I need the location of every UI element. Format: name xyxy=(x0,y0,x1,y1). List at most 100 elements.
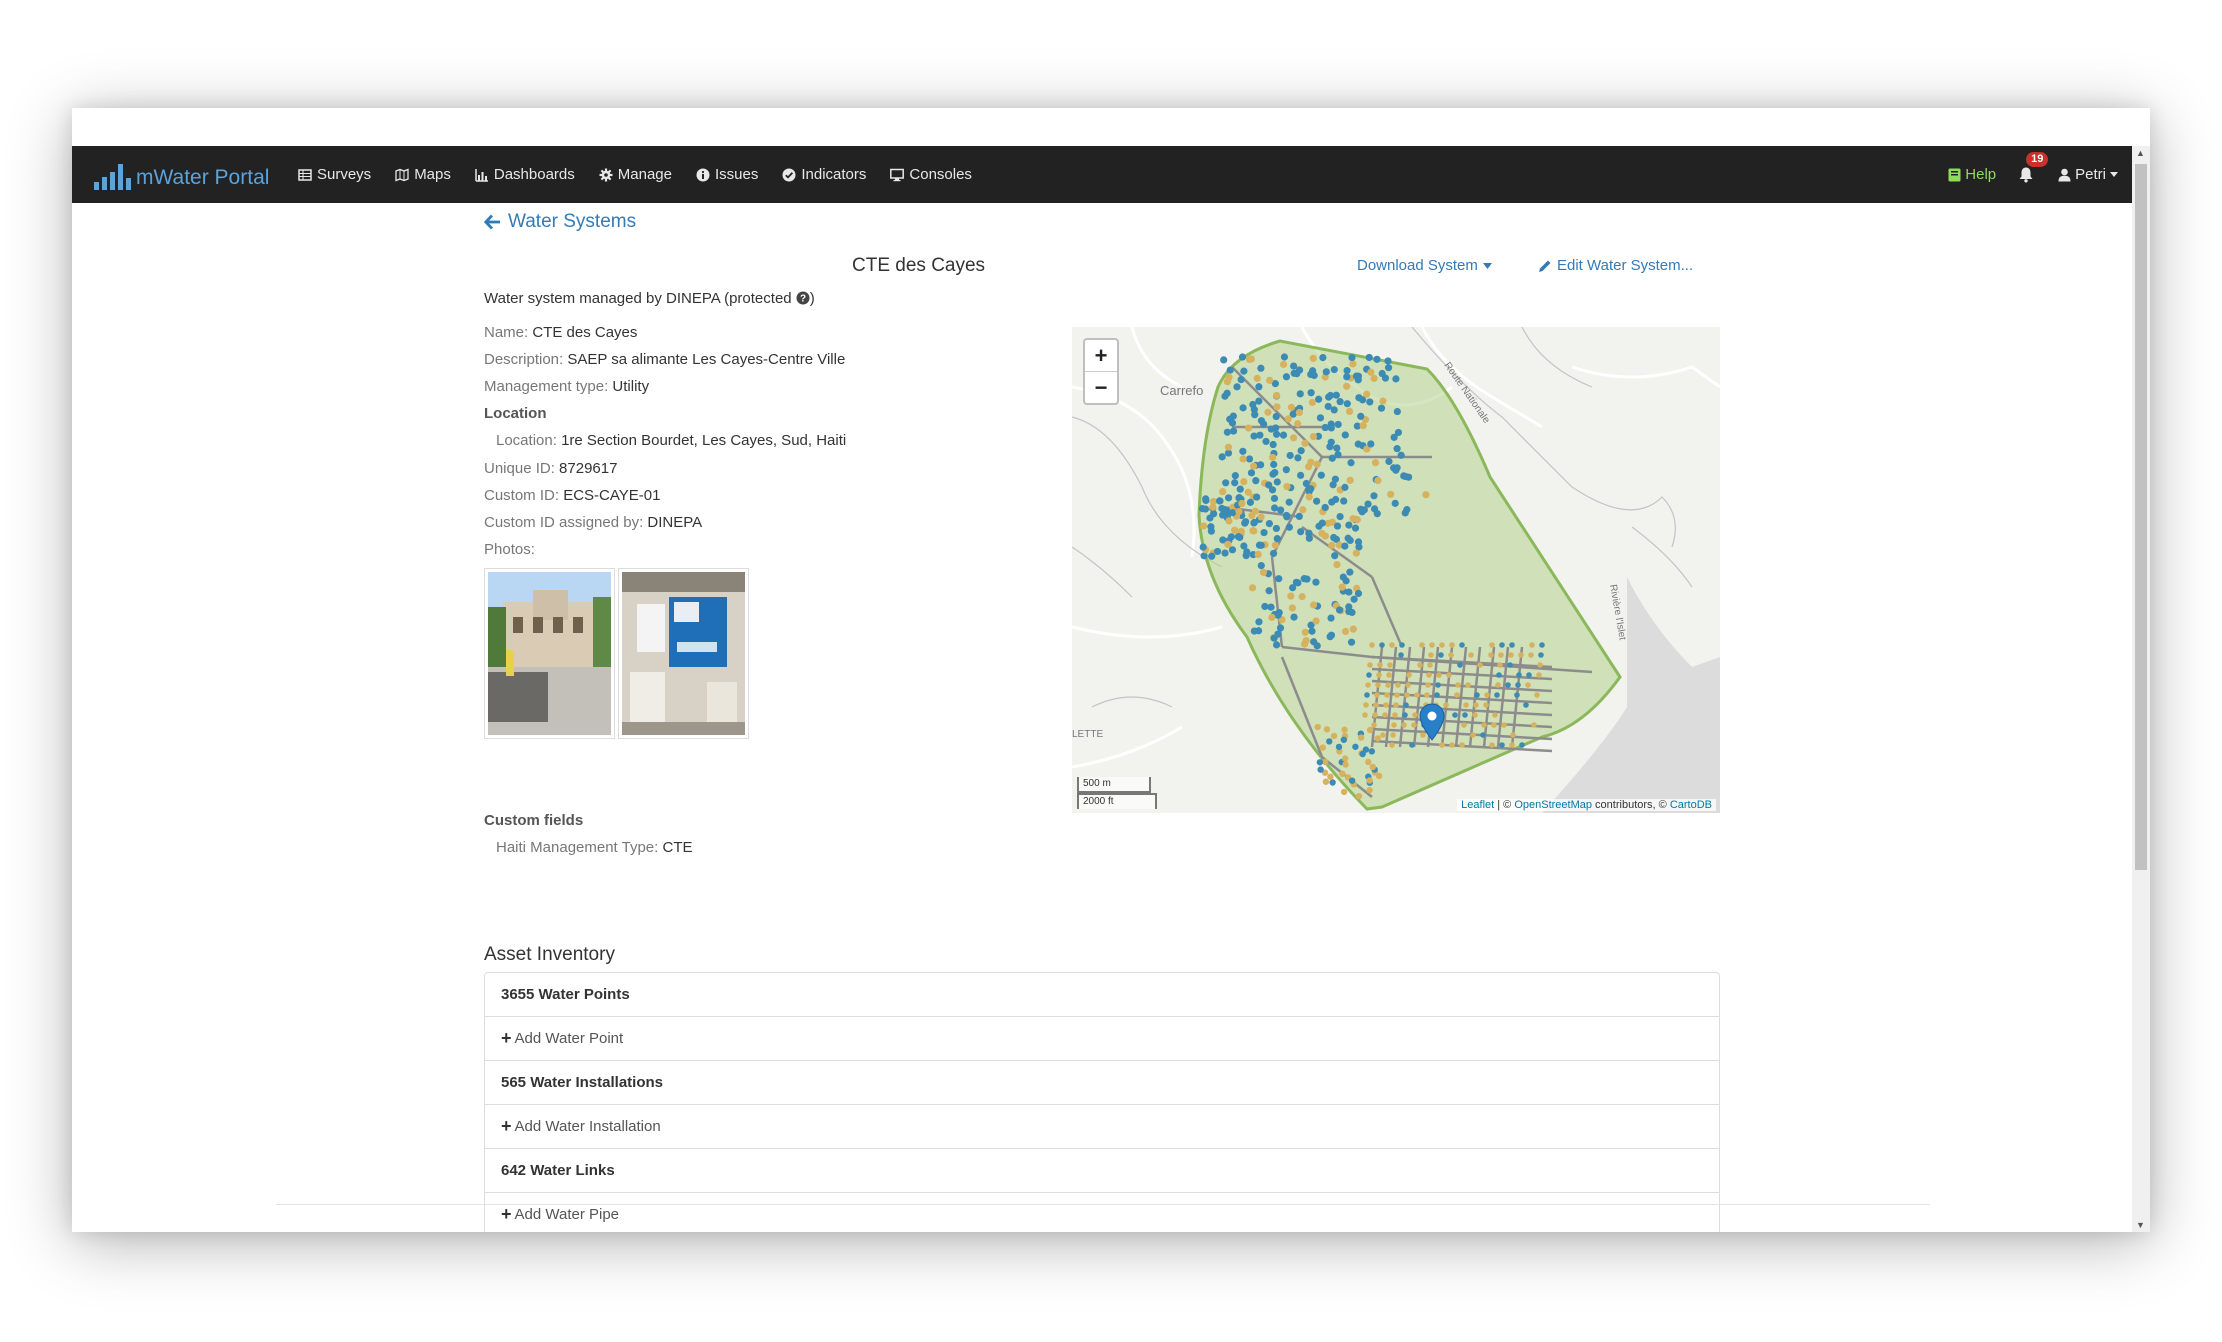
asset-point xyxy=(1282,373,1291,381)
map-attribution: Leaflet | © OpenStreetMap contributors, … xyxy=(1457,799,1716,811)
edit-water-system-button[interactable]: Edit Water System... xyxy=(1538,257,1693,274)
asset-point xyxy=(1301,439,1309,447)
photo-thumbnail[interactable] xyxy=(618,568,749,739)
asset-point xyxy=(1327,438,1335,446)
asset-point xyxy=(1429,642,1435,648)
field-label: Unique ID: xyxy=(484,460,555,477)
building-photo-image xyxy=(488,572,611,735)
asset-point xyxy=(1362,712,1368,718)
asset-point xyxy=(1495,682,1501,688)
nav-issues[interactable]: Issues xyxy=(696,166,758,183)
notifications-button[interactable]: 19 xyxy=(2018,151,2049,184)
asset-point xyxy=(1257,417,1266,425)
asset-point xyxy=(1452,712,1458,718)
asset-point xyxy=(1340,497,1348,505)
water-points-row[interactable]: 3655 Water Points xyxy=(485,973,1719,1016)
asset-point xyxy=(1316,759,1324,766)
asset-point xyxy=(1317,471,1325,479)
asset-point xyxy=(1218,504,1226,513)
asset-point xyxy=(1354,538,1363,546)
water-system-map[interactable]: Carrefo Route Nationale Rivière l'Islet … xyxy=(1072,327,1720,813)
asset-point xyxy=(1401,722,1407,728)
photo-thumbnail[interactable] xyxy=(484,568,615,739)
attribution-text: contributors, © xyxy=(1592,799,1670,811)
asset-point xyxy=(1265,587,1273,595)
asset-point xyxy=(1335,606,1344,614)
scroll-up-arrow-icon[interactable]: ▲ xyxy=(2136,148,2145,158)
add-water-installation-button[interactable]: + Add Water Installation xyxy=(485,1104,1719,1148)
asset-point xyxy=(1345,521,1353,529)
asset-point xyxy=(1374,692,1380,698)
nav-consoles[interactable]: Consoles xyxy=(890,166,972,183)
asset-point xyxy=(1499,742,1505,748)
scrollbar-thumb[interactable] xyxy=(2135,164,2147,870)
back-to-water-systems-link[interactable]: Water Systems xyxy=(484,211,636,233)
brand-logo[interactable]: mWater Portal xyxy=(94,158,269,190)
vertical-scrollbar[interactable]: ▲ ▼ xyxy=(2132,146,2150,1232)
asset-point xyxy=(1345,603,1353,611)
asset-point xyxy=(1534,692,1540,698)
asset-point xyxy=(1229,427,1238,435)
zoom-in-button[interactable]: + xyxy=(1085,340,1117,371)
cartodb-link[interactable]: CartoDB xyxy=(1670,799,1712,811)
asset-point xyxy=(1223,389,1231,397)
asset-point xyxy=(1374,735,1381,742)
asset-point xyxy=(1297,447,1305,455)
add-water-pipe-button[interactable]: + Add Water Pipe xyxy=(485,1192,1719,1232)
back-label: Water Systems xyxy=(508,211,637,232)
asset-point xyxy=(1426,672,1432,678)
managed-by-text: Water system managed by DINEPA (protecte… xyxy=(484,290,815,307)
scroll-down-arrow-icon[interactable]: ▼ xyxy=(2136,1220,2145,1230)
field-value: 1re Section Bourdet, Les Cayes, Sud, Hai… xyxy=(561,432,847,449)
footer-divider xyxy=(276,1204,1930,1205)
water-installations-row[interactable]: 565 Water Installations xyxy=(485,1060,1719,1104)
openstreetmap-link[interactable]: OpenStreetMap xyxy=(1514,799,1592,811)
asset-point xyxy=(1477,662,1483,668)
asset-point xyxy=(1369,642,1375,648)
map-marker-icon[interactable] xyxy=(1419,703,1445,741)
nav-dashboards[interactable]: Dashboards xyxy=(475,166,575,183)
asset-point xyxy=(1285,523,1293,531)
question-circle-icon[interactable]: ? xyxy=(796,291,810,305)
asset-point xyxy=(1436,672,1442,678)
add-water-point-button[interactable]: + Add Water Point xyxy=(485,1016,1719,1060)
zoom-out-button[interactable]: − xyxy=(1085,371,1117,403)
asset-point xyxy=(1267,603,1275,611)
nav-surveys[interactable]: Surveys xyxy=(298,166,371,183)
asset-point xyxy=(1240,367,1248,375)
asset-point xyxy=(1347,459,1355,467)
help-link[interactable]: Help xyxy=(1948,166,1996,183)
nav-indicators[interactable]: Indicators xyxy=(782,166,866,183)
map-canvas[interactable]: Carrefo Route Nationale Rivière l'Islet … xyxy=(1072,327,1720,813)
leaflet-link[interactable]: Leaflet xyxy=(1461,799,1494,811)
nav-manage[interactable]: Manage xyxy=(599,166,672,183)
asset-point xyxy=(1351,524,1360,532)
asset-point xyxy=(1342,761,1349,768)
asset-point xyxy=(1257,364,1265,372)
asset-point xyxy=(1341,627,1350,636)
asset-point xyxy=(1343,373,1351,381)
asset-point xyxy=(1327,773,1334,780)
asset-point xyxy=(1226,366,1234,374)
asset-point xyxy=(1501,722,1507,728)
asset-point xyxy=(1312,578,1320,586)
download-system-dropdown[interactable]: Download System xyxy=(1357,257,1492,274)
asset-point xyxy=(1225,517,1233,525)
asset-point xyxy=(1465,682,1471,688)
asset-point xyxy=(1301,628,1309,636)
asset-point xyxy=(1199,543,1207,551)
asset-point xyxy=(1299,506,1307,514)
water-links-row[interactable]: 642 Water Links xyxy=(485,1148,1719,1192)
asset-point xyxy=(1537,662,1543,668)
asset-inventory-list: 3655 Water Points + Add Water Point 565 … xyxy=(484,972,1720,1232)
nav-maps[interactable]: Maps xyxy=(395,166,451,183)
notification-count-badge: 19 xyxy=(2026,151,2049,167)
asset-point xyxy=(1227,533,1235,541)
asset-point xyxy=(1294,420,1302,428)
map-scale: 500 m 2000 ft xyxy=(1077,777,1157,809)
asset-point xyxy=(1280,353,1289,361)
asset-point xyxy=(1202,496,1210,505)
user-menu[interactable]: Petri xyxy=(2058,166,2118,183)
asset-point xyxy=(1528,652,1534,658)
asset-point xyxy=(1244,424,1253,432)
